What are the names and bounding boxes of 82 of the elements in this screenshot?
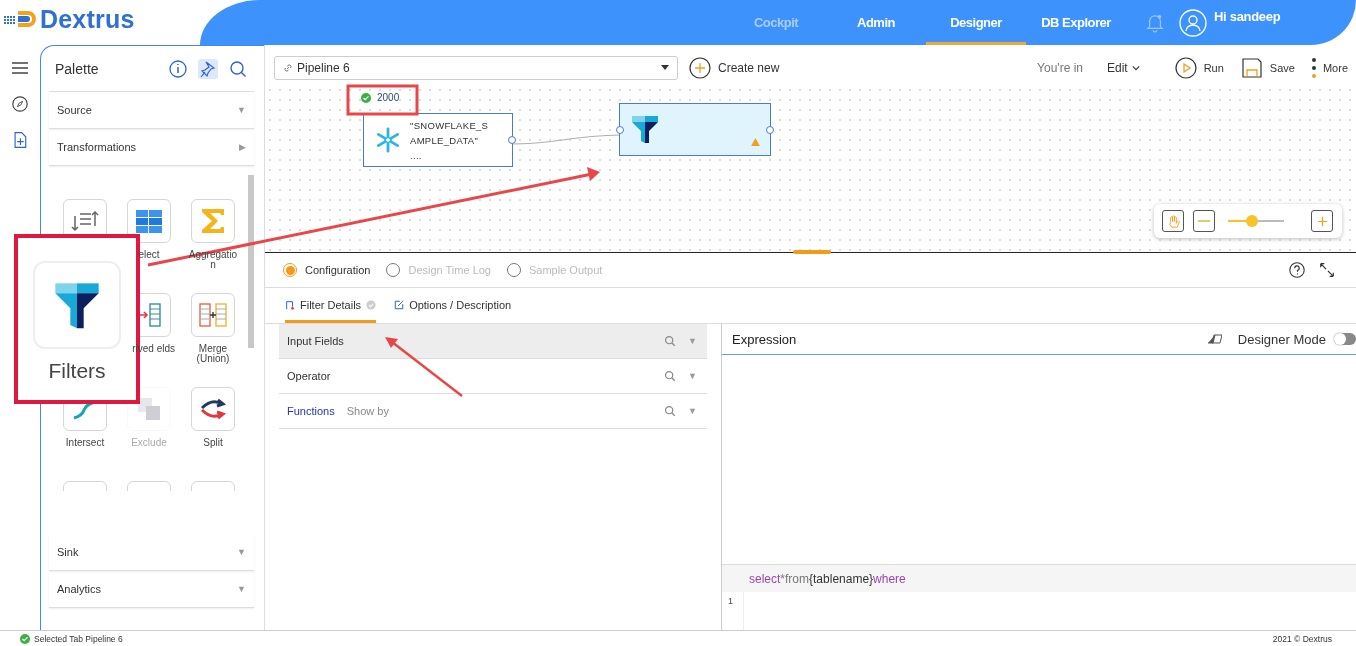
pin-icon[interactable] bbox=[198, 58, 218, 79]
palette-tile[interactable] bbox=[127, 199, 171, 243]
palette-section[interactable]: Sink ▼ bbox=[49, 534, 254, 571]
section-label: Functions bbox=[287, 405, 335, 417]
caret-icon: ▼ bbox=[237, 105, 246, 115]
info-icon[interactable] bbox=[168, 58, 188, 79]
search-icon[interactable] bbox=[664, 370, 677, 382]
resize-handle[interactable] bbox=[793, 250, 831, 254]
caret-icon: ▼ bbox=[237, 547, 246, 557]
code-hint: select*from{tablename}where bbox=[722, 564, 1356, 592]
palette-section[interactable]: Transformations ▶ bbox=[49, 129, 254, 166]
line-number: 1 bbox=[728, 596, 734, 606]
field-section[interactable]: Functions Show by ▼ bbox=[279, 394, 707, 429]
palette-section[interactable]: Analytics ▼ bbox=[49, 571, 254, 608]
check-icon bbox=[361, 92, 371, 103]
help-icon[interactable] bbox=[1288, 261, 1306, 279]
edit-icon bbox=[394, 300, 405, 310]
compass-icon[interactable] bbox=[9, 93, 31, 115]
callout-label: Filters bbox=[48, 359, 106, 383]
filter-node[interactable] bbox=[619, 103, 771, 156]
details-icon bbox=[285, 300, 295, 310]
snowflake-icon bbox=[374, 126, 402, 154]
panel-tab[interactable]: Configuration bbox=[283, 263, 371, 277]
avatar-icon[interactable] bbox=[1179, 8, 1207, 37]
section-label: Input Fields bbox=[287, 335, 344, 347]
palette-section[interactable]: Source ▼ bbox=[49, 92, 254, 129]
tile-label: Split bbox=[202, 438, 224, 448]
pipeline-name: Pipeline 6 bbox=[297, 60, 350, 75]
palette-tile[interactable] bbox=[191, 293, 235, 337]
designer-mode-label: Designer Mode bbox=[1237, 331, 1326, 347]
expand-icon[interactable] bbox=[1318, 261, 1336, 279]
field-section[interactable]: Input Fields ▼ bbox=[279, 324, 707, 359]
designer-mode-toggle[interactable] bbox=[1334, 333, 1356, 345]
search-icon[interactable] bbox=[228, 58, 248, 79]
tile-label: Exclude bbox=[130, 438, 168, 448]
check-icon bbox=[366, 300, 377, 310]
palette-tile[interactable] bbox=[191, 199, 235, 243]
play-icon bbox=[1173, 55, 1198, 80]
minus-icon bbox=[1198, 220, 1210, 222]
logo-icon[interactable] bbox=[4, 8, 38, 30]
palette-tile[interactable] bbox=[191, 387, 235, 431]
save-button[interactable]: Save bbox=[1239, 55, 1295, 80]
sub-tab[interactable]: Options / Description bbox=[394, 290, 512, 323]
caret-icon: ▼ bbox=[237, 584, 246, 594]
add-circle-icon bbox=[688, 55, 712, 80]
more-icon bbox=[1310, 55, 1317, 80]
tile-label: Intersect bbox=[64, 438, 106, 448]
chevron-down-icon bbox=[1131, 64, 1140, 71]
pan-button[interactable] bbox=[1162, 210, 1184, 232]
dropdown-icon bbox=[661, 65, 669, 70]
show-by-label: Show by bbox=[346, 405, 389, 417]
more-button[interactable]: More bbox=[1310, 55, 1348, 80]
caret-icon: ▶ bbox=[239, 142, 246, 152]
eraser-icon[interactable] bbox=[1207, 334, 1222, 344]
connection-port[interactable] bbox=[508, 136, 516, 144]
expression-title: Expression bbox=[732, 331, 797, 347]
zoom-out-button[interactable] bbox=[1193, 210, 1215, 232]
tile-label: Merge (Union) bbox=[195, 344, 231, 364]
save-icon bbox=[1239, 55, 1264, 80]
merge-icon bbox=[198, 300, 228, 330]
search-icon[interactable] bbox=[664, 335, 677, 347]
mode-label: You're in bbox=[1037, 60, 1083, 75]
filter-icon bbox=[630, 114, 660, 144]
palette-title: Palette bbox=[55, 60, 99, 77]
zoom-in-button[interactable] bbox=[1311, 210, 1333, 232]
connection-port[interactable] bbox=[766, 125, 774, 134]
section-label: Operator bbox=[287, 370, 331, 382]
field-section[interactable]: Operator ▼ bbox=[279, 359, 707, 394]
scrollbar[interactable] bbox=[248, 175, 254, 348]
record-count: 2000 bbox=[377, 92, 400, 103]
node-label: "SNOWFLAKE_SAMPLE_DATA" .... bbox=[410, 118, 490, 163]
filter-icon bbox=[52, 280, 102, 330]
create-new-button[interactable]: Create new bbox=[688, 55, 780, 80]
copyright-text: 2021 © Dextrus bbox=[1272, 633, 1332, 644]
pipeline-select[interactable]: Pipeline 6 bbox=[274, 55, 678, 80]
mode-dropdown[interactable]: Edit bbox=[1107, 60, 1140, 75]
connection-port[interactable] bbox=[616, 125, 624, 134]
source-node[interactable]: "SNOWFLAKE_SAMPLE_DATA" .... bbox=[363, 113, 513, 167]
search-icon[interactable] bbox=[664, 405, 677, 417]
logo-text[interactable]: Dextrus bbox=[40, 4, 135, 34]
status-text: Selected Tab Pipeline 6 bbox=[34, 633, 123, 644]
run-button[interactable]: Run bbox=[1173, 55, 1224, 80]
